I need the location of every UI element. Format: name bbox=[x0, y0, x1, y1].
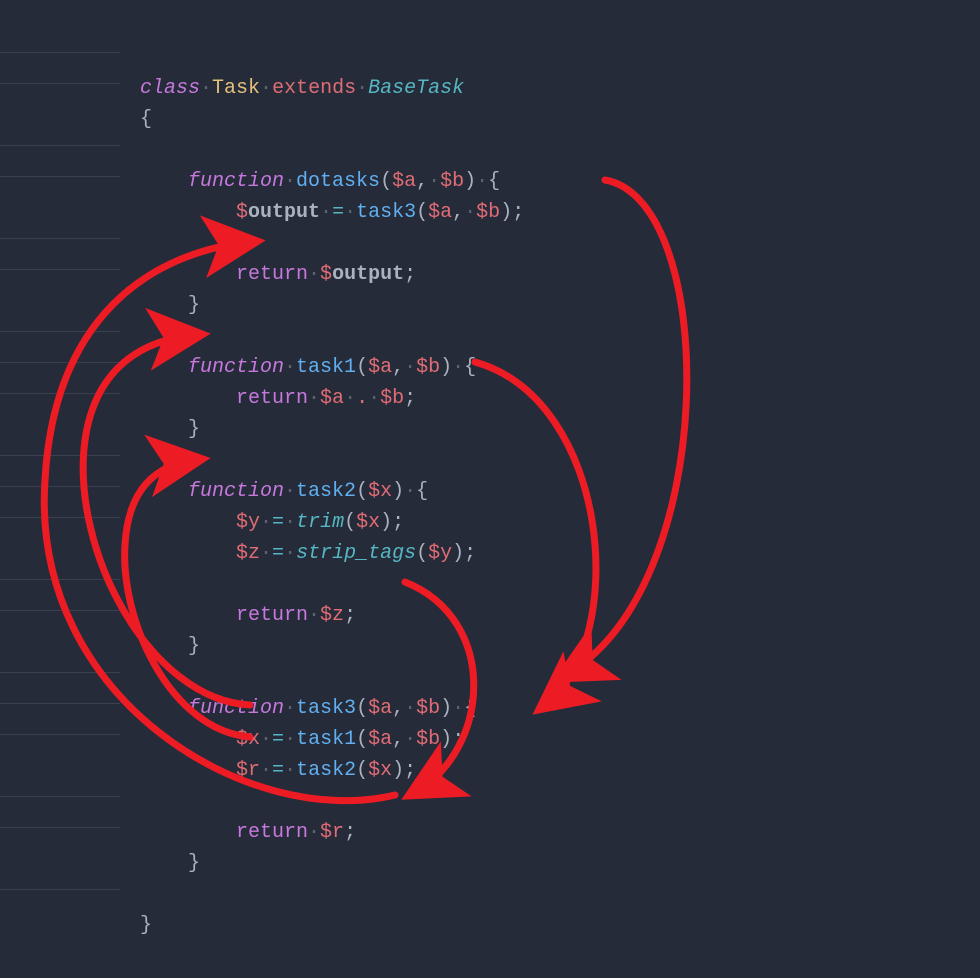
arrow-call-task3 bbox=[565, 180, 687, 675]
code-block: class·Task·extends·BaseTask { function·d… bbox=[140, 42, 524, 941]
class-line: class·Task·extends·BaseTask bbox=[140, 77, 464, 100]
